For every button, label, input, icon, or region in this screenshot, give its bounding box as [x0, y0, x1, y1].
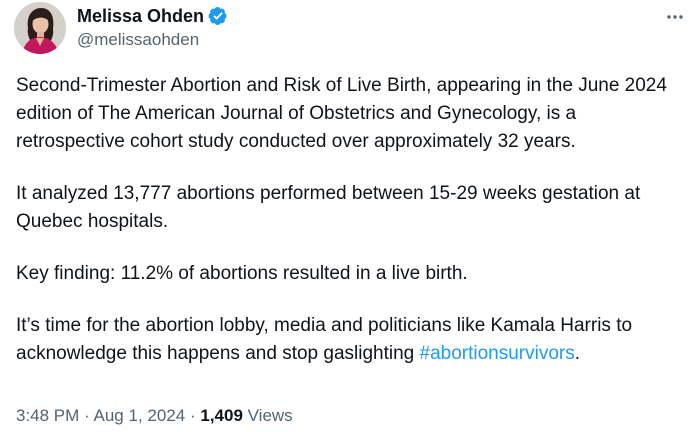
tweet-paragraph: Key finding: 11.2% of abortions resulted… — [16, 263, 468, 284]
tweet-date[interactable]: Aug 1, 2024 — [94, 406, 186, 425]
tweet-paragraph-end: . — [574, 343, 581, 364]
tweet-meta: 3:48 PM · Aug 1, 2024 · 1,409 Views — [16, 406, 293, 426]
verified-badge-icon[interactable] — [208, 6, 228, 26]
author-name[interactable]: Melissa Ohden — [77, 6, 204, 27]
meta-separator: · — [189, 406, 196, 425]
author-info: Melissa Ohden @melissaohden — [77, 4, 228, 50]
tweet-paragraph: It analyzed 13,777 abortions performed b… — [16, 183, 641, 232]
tweet-card: Melissa Ohden @melissaohden Second-Trime… — [0, 0, 700, 432]
author-handle[interactable]: @melissaohden — [77, 30, 228, 50]
tweet-time[interactable]: 3:48 PM — [16, 406, 79, 425]
tweet-paragraph: Second-Trimester Abortion and Risk of Li… — [16, 75, 667, 152]
views-count[interactable]: 1,409 — [200, 406, 243, 425]
avatar-image — [14, 2, 66, 54]
tweet-paragraph-last: It’s time for the abortion lobby, media … — [16, 312, 688, 368]
name-row: Melissa Ohden — [77, 4, 228, 28]
more-horizontal-icon[interactable] — [662, 4, 688, 30]
hashtag-link[interactable]: #abortionsurvivors — [420, 343, 575, 364]
avatar[interactable] — [14, 2, 66, 54]
tweet-text: Second-Trimester Abortion and Risk of Li… — [16, 72, 688, 392]
views-label: Views — [247, 406, 293, 425]
meta-separator: · — [84, 406, 90, 425]
